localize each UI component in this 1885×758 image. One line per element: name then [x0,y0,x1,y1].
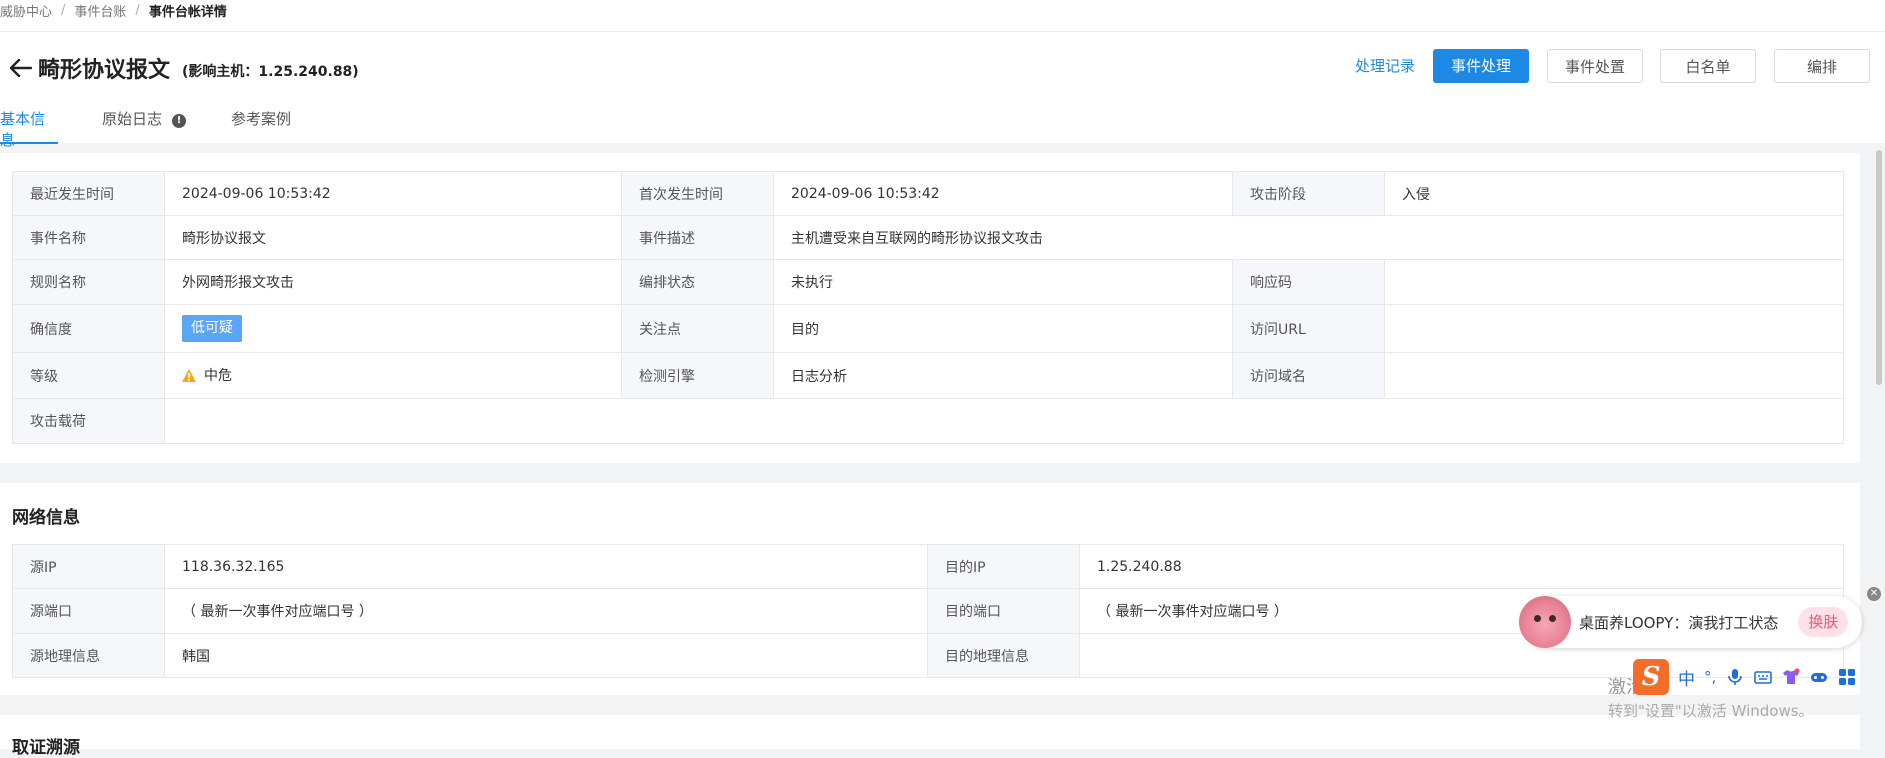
field-value [1384,259,1844,305]
page-title: 畸形协议报文 [38,58,171,83]
field-value [164,398,1844,444]
field-label: 目的IP [927,544,1080,589]
section-title-forensics: 取证溯源 [12,738,80,758]
field-value: 2024-09-06 10:53:42 [773,171,1233,216]
field-value: 外网畸形报文攻击 [164,259,622,305]
table-row: 攻击载荷 [12,398,1844,444]
breadcrumb-item-threat-center[interactable]: 威胁中心 [0,1,52,20]
field-label: 目的地理信息 [927,633,1080,678]
change-skin-button[interactable]: 换肤 [1798,607,1849,637]
field-label: 检测引擎 [621,352,774,399]
field-value: 目的 [773,304,1233,353]
event-handle-button[interactable]: 事件处理 [1433,49,1529,83]
title-bar: 畸形协议报文 (影响主机：1.25.240.88) [0,48,359,88]
field-value: 韩国 [164,633,928,678]
basic-info-table: 最近发生时间 2024-09-06 10:53:42 首次发生时间 2024-0… [12,171,1844,444]
field-label: 确信度 [12,304,165,353]
loopy-avatar [1519,596,1571,648]
network-info-panel: 网络信息 源IP 118.36.32.165 目的IP 1.25.240.88 … [0,483,1860,695]
process-record-link[interactable]: 处理记录 [1355,49,1415,83]
back-arrow-icon[interactable] [6,53,36,83]
affected-host-label: (影响主机：1.25.240.88) [182,64,359,80]
close-icon[interactable]: ✕ [1867,587,1881,601]
sogou-logo-icon[interactable]: S [1633,659,1669,695]
event-dispose-button[interactable]: 事件处置 [1547,49,1643,83]
field-value: 低可疑 [164,304,622,353]
punctuation-toggle[interactable]: °, [1704,668,1716,686]
table-row: 等级 中危 检测引擎 日志分析 访问域名 [12,352,1844,399]
breadcrumb-item-event-ledger[interactable]: 事件台账 [74,1,126,20]
section-title-network: 网络信息 [12,508,80,528]
warning-triangle-icon [182,369,196,386]
page-scrollbar[interactable] [1876,150,1882,385]
field-value: 畸形协议报文 [164,215,622,260]
microphone-icon[interactable] [1726,668,1744,686]
breadcrumb: 威胁中心 / 事件台账 / 事件台帐详情 [0,0,227,20]
field-label: 攻击载荷 [12,398,165,444]
ime-toolbar: S 中 °, [1633,659,1883,695]
field-label: 事件名称 [12,215,165,260]
field-label: 源地理信息 [12,633,165,678]
field-value: （ 最新一次事件对应端口号 ） [164,588,928,634]
breadcrumb-item-current: 事件台帐详情 [148,4,227,20]
field-value [1384,304,1844,353]
field-value: 未执行 [773,259,1233,305]
table-row: 最近发生时间 2024-09-06 10:53:42 首次发生时间 2024-0… [12,171,1844,216]
field-label: 攻击阶段 [1232,171,1385,216]
field-value: 中危 [164,352,622,399]
field-label: 关注点 [621,304,774,353]
field-label: 事件描述 [621,215,774,260]
loopy-promo-popup[interactable]: 桌面养LOOPY：演我打工状态 换肤 [1519,596,1862,648]
field-label: 源端口 [12,588,165,634]
field-label: 规则名称 [12,259,165,305]
info-alert-icon: ! [172,114,187,128]
field-value: 主机遭受来自互联网的畸形协议报文攻击 [773,215,1844,260]
tab-reference-cases[interactable]: 参考案例 [231,108,301,144]
field-label: 响应码 [1232,259,1385,305]
skin-shirt-icon[interactable] [1782,668,1800,686]
field-value: 118.36.32.165 [164,544,928,589]
field-label: 访问URL [1232,304,1385,353]
field-value [1384,352,1844,399]
divider [0,31,1885,32]
ime-mode-toggle[interactable]: 中 [1678,665,1695,690]
table-row: 源IP 118.36.32.165 目的IP 1.25.240.88 [12,544,1844,589]
whitelist-button[interactable]: 白名单 [1660,49,1756,83]
field-value: 入侵 [1384,171,1844,216]
tab-basic-info[interactable]: 基本信息 [0,108,58,149]
keyboard-icon[interactable] [1754,668,1773,686]
field-label: 目的端口 [927,588,1080,634]
field-value: 1.25.240.88 [1079,544,1844,589]
table-row: 确信度 低可疑 关注点 目的 访问URL [12,304,1844,353]
breadcrumb-separator: / [135,2,140,18]
field-label: 访问域名 [1232,352,1385,399]
table-row: 规则名称 外网畸形报文攻击 编排状态 未执行 响应码 [12,259,1844,305]
loopy-promo-text: 桌面养LOOPY：演我打工状态 [1579,613,1779,632]
table-row: 事件名称 畸形协议报文 事件描述 主机遭受来自互联网的畸形协议报文攻击 [12,215,1844,260]
field-value: 2024-09-06 10:53:42 [164,171,622,216]
orchestrate-button[interactable]: 编排 [1774,49,1870,83]
field-label: 最近发生时间 [12,171,165,216]
field-value: 日志分析 [773,352,1233,399]
breadcrumb-separator: / [61,2,66,18]
game-controller-icon[interactable] [1810,668,1828,686]
severity-value: 中危 [204,368,232,384]
field-label: 等级 [12,352,165,399]
basic-info-panel: 最近发生时间 2024-09-06 10:53:42 首次发生时间 2024-0… [0,153,1860,463]
confidence-tag: 低可疑 [182,315,242,342]
app-grid-icon[interactable] [1838,668,1856,686]
activation-watermark-text: 转到"设置"以激活 Windows。 [1608,702,1814,720]
field-label: 首次发生时间 [621,171,774,216]
field-label: 编排状态 [621,259,774,305]
field-label: 源IP [12,544,165,589]
forensics-panel: 取证溯源 [0,715,1860,758]
top-header-area: 威胁中心 / 事件台账 / 事件台帐详情 畸形协议报文 (影响主机：1.25.2… [0,0,1885,149]
tab-raw-log[interactable]: 原始日志! [102,108,212,144]
